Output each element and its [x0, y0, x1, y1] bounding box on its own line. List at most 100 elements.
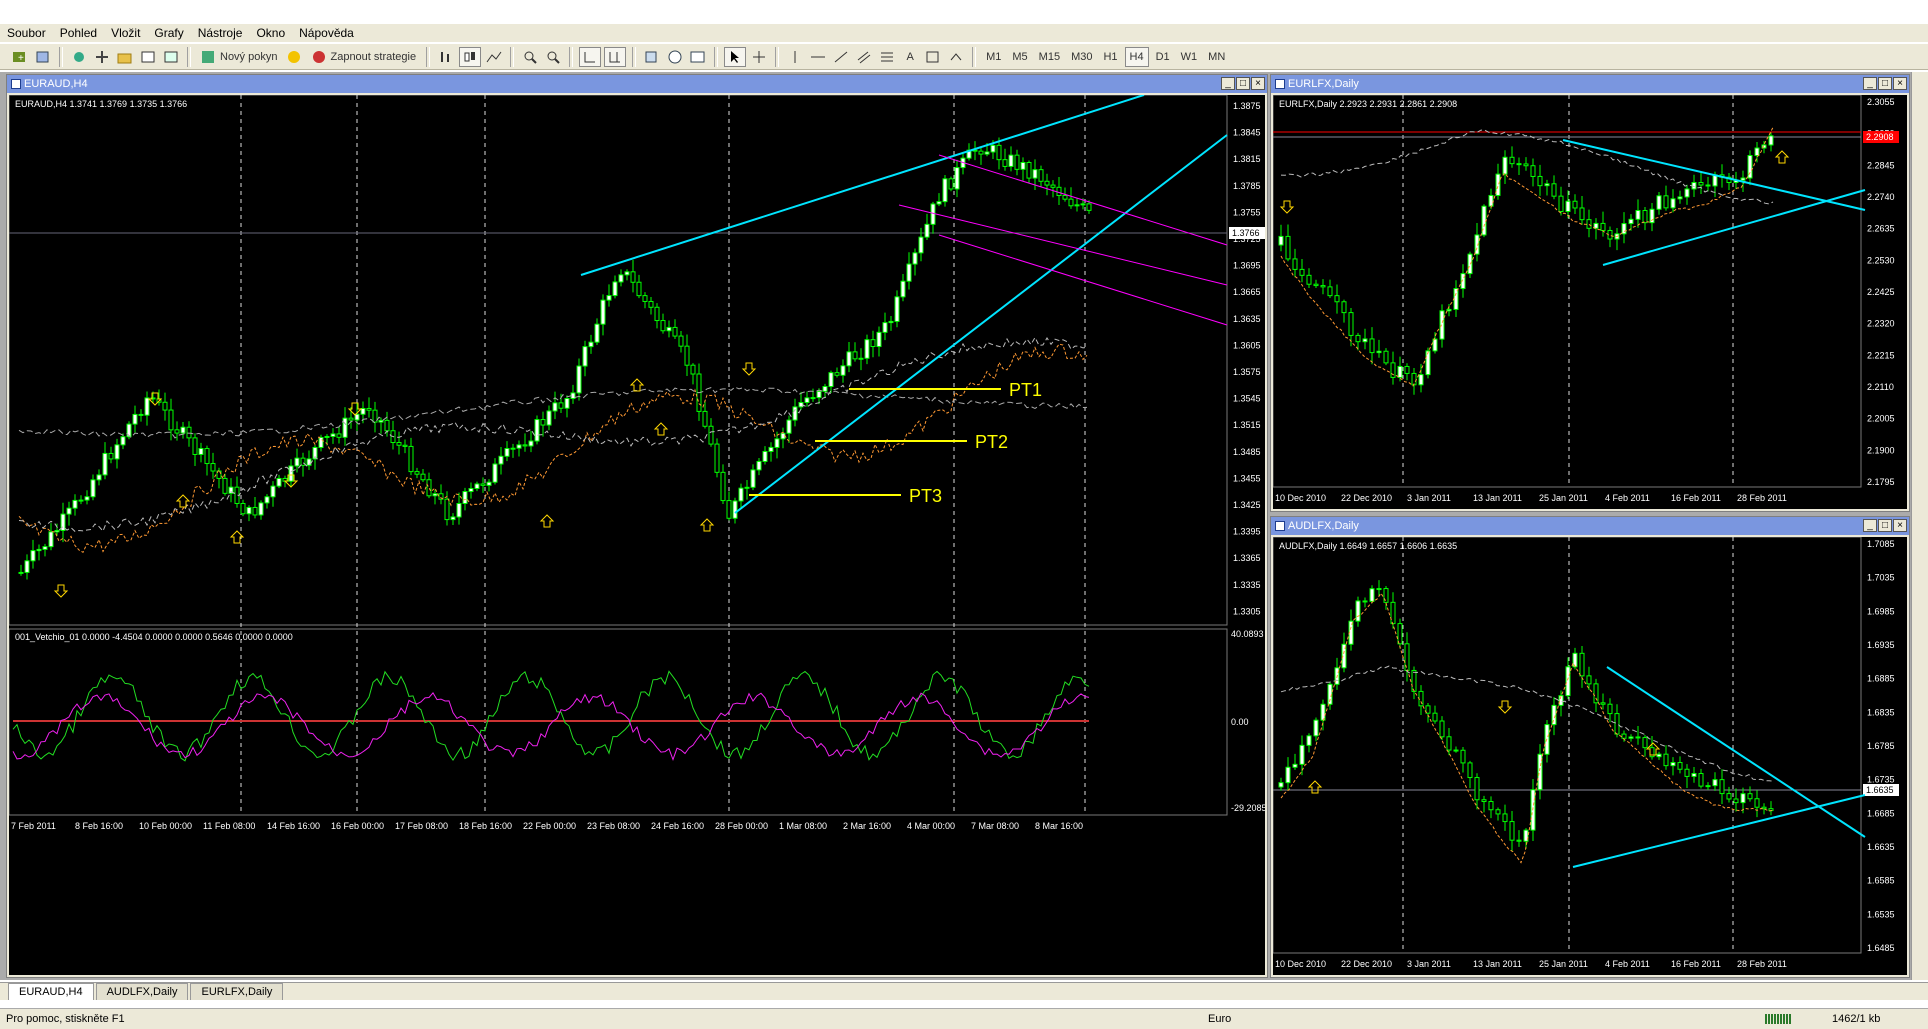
- svg-audlfx-candle: [1460, 749, 1466, 764]
- start-strategy-button[interactable]: Zapnout strategie: [307, 47, 420, 67]
- templates-icon[interactable]: [688, 47, 708, 67]
- euraud-candle: [834, 372, 840, 376]
- svg-audlfx-candle: [1628, 736, 1634, 739]
- svg-audlfx-candle: [1313, 719, 1319, 737]
- crosshair-icon[interactable]: [749, 47, 769, 67]
- maximize-button[interactable]: □: [1236, 77, 1250, 90]
- maximize-button[interactable]: □: [1878, 77, 1892, 90]
- audlfx-chart[interactable]: 1.7085 1.7035 1.6985 1.6935 1.6885 1.6835 1.67…: [1273, 537, 1907, 975]
- euraud-candle: [108, 452, 114, 460]
- tab-eurlfx-daily[interactable]: EURLFX,Daily: [190, 983, 284, 1000]
- menu-okno[interactable]: Okno: [249, 26, 292, 40]
- close-button[interactable]: ×: [1893, 519, 1907, 532]
- tester-icon[interactable]: [161, 47, 181, 67]
- euraud-candle: [450, 516, 456, 521]
- menu-nastroje[interactable]: Nástroje: [191, 26, 250, 40]
- euraud-candle: [930, 203, 936, 225]
- euraud-candle: [534, 419, 540, 442]
- trendline-icon[interactable]: [831, 47, 851, 67]
- window-title-bar[interactable]: AUDLFX,Daily _ □ ×: [1271, 517, 1909, 535]
- menu-grafy[interactable]: Grafy: [147, 26, 190, 40]
- price-axis-label: 1.6935: [1867, 640, 1895, 650]
- svg-eurlfx-candle: [1327, 286, 1333, 297]
- euraud-candle: [1050, 184, 1056, 188]
- menu-soubor[interactable]: Soubor: [0, 26, 53, 40]
- euraud-chart[interactable]: 1.38751.38451.38151.37851.37551.37251.36…: [9, 95, 1265, 975]
- tab-audlfx-daily[interactable]: AUDLFX,Daily: [95, 983, 189, 1000]
- euraud-candle: [54, 529, 60, 533]
- folder-icon[interactable]: [115, 47, 135, 67]
- price-axis-label: 1.3395: [1233, 527, 1261, 537]
- euraud-candle: [732, 500, 738, 519]
- timeframe-h1[interactable]: H1: [1099, 47, 1121, 67]
- chart-shift-icon[interactable]: [604, 46, 627, 67]
- eurlfx-chart[interactable]: 2.30552.29502.28452.27402.26352.25302.24…: [1273, 95, 1907, 509]
- eurlfx-chart-window[interactable]: EURLFX,Daily _□× 2.30552.29502.28452.274…: [1270, 74, 1910, 512]
- timeframe-w1[interactable]: W1: [1177, 47, 1202, 67]
- toolbar-separator: [510, 46, 515, 67]
- candlestick-icon[interactable]: [459, 46, 482, 67]
- new-chart-icon[interactable]: +: [10, 47, 30, 67]
- euraud-candle: [816, 390, 822, 399]
- audlfx-chart-window[interactable]: AUDLFX,Daily _ □ × 1.7085 1.7035 1.6985 1.693…: [1270, 516, 1910, 978]
- timeframe-mn[interactable]: MN: [1204, 47, 1229, 67]
- euraud-candle: [846, 351, 852, 367]
- euraud-candle: [1074, 204, 1080, 207]
- line-chart-icon[interactable]: [484, 47, 504, 67]
- timeframe-m15[interactable]: M15: [1035, 47, 1064, 67]
- new-order-button[interactable]: Nový pokyn: [197, 47, 281, 67]
- close-button[interactable]: ×: [1251, 77, 1265, 90]
- tab-euraud-h4[interactable]: EURAUD,H4: [8, 983, 94, 1000]
- euraud-candle: [756, 460, 762, 471]
- menu-vlozit[interactable]: Vložit: [104, 26, 147, 40]
- euraud-candle: [102, 452, 108, 476]
- fibonacci-icon[interactable]: [877, 47, 897, 67]
- minimize-button[interactable]: _: [1863, 77, 1877, 90]
- vertical-line-icon[interactable]: [785, 47, 805, 67]
- timeframe-m5[interactable]: M5: [1008, 47, 1031, 67]
- maximize-button[interactable]: □: [1878, 519, 1892, 532]
- svg-eurlfx-candle: [1369, 338, 1375, 354]
- market-watch-icon[interactable]: [69, 47, 89, 67]
- svg-eurlfx-candle: [1355, 334, 1361, 343]
- window-title-bar[interactable]: EURLFX,Daily _ □ ×: [1271, 75, 1909, 93]
- price-axis-label: 2.2845: [1867, 160, 1895, 170]
- euraud-candle: [276, 477, 282, 487]
- menu-napoveda[interactable]: Nápověda: [292, 26, 361, 40]
- timeframe-d1[interactable]: D1: [1152, 47, 1174, 67]
- price-axis-label: 1.3335: [1233, 580, 1261, 590]
- zoom-in-icon[interactable]: [520, 47, 540, 67]
- date-axis-label: 7 Feb 2011: [11, 821, 56, 831]
- text-label-icon[interactable]: [923, 47, 943, 67]
- indicators-icon[interactable]: [642, 47, 662, 67]
- window-title-bar[interactable]: EURAUD,H4 _ □ ×: [7, 75, 1267, 93]
- cursor-icon[interactable]: [724, 46, 747, 67]
- close-button[interactable]: ×: [1893, 77, 1907, 90]
- equidistant-channel-icon[interactable]: [854, 47, 874, 67]
- menu-pohled[interactable]: Pohled: [53, 26, 104, 40]
- autoscroll-icon[interactable]: [579, 46, 602, 67]
- metaeditor-icon[interactable]: [284, 47, 304, 67]
- timeframe-m1[interactable]: M1: [982, 47, 1005, 67]
- minimize-button[interactable]: _: [1863, 519, 1877, 532]
- timeframe-m30[interactable]: M30: [1067, 47, 1096, 67]
- horizontal-line-icon[interactable]: [808, 47, 828, 67]
- timeframe-h4[interactable]: H4: [1124, 46, 1149, 67]
- euraud-candle: [744, 486, 750, 489]
- navigator-icon[interactable]: [92, 47, 112, 67]
- minimize-button[interactable]: _: [1221, 77, 1235, 90]
- euraud-candle: [402, 444, 408, 447]
- price-axis-label: 1.3365: [1233, 553, 1261, 563]
- periods-icon[interactable]: [665, 47, 685, 67]
- euraud-chart-window[interactable]: EURAUD,H4 _ □ × 1.3875 1.3845 1.3815 1.3785 1.…: [6, 74, 1268, 978]
- price-axis-label: 1.3845: [1233, 128, 1261, 138]
- vertical-scrollbar[interactable]: [1911, 72, 1928, 980]
- zoom-out-icon[interactable]: [543, 47, 563, 67]
- profiles-icon[interactable]: [33, 47, 53, 67]
- price-axis-label: 1.3755: [1233, 207, 1261, 217]
- terminal-icon[interactable]: [138, 47, 158, 67]
- text-tool-icon[interactable]: A: [900, 47, 920, 67]
- bar-chart-icon[interactable]: [436, 47, 456, 67]
- arrows-icon[interactable]: [946, 47, 966, 67]
- svg-eurlfx-candle: [1635, 210, 1641, 220]
